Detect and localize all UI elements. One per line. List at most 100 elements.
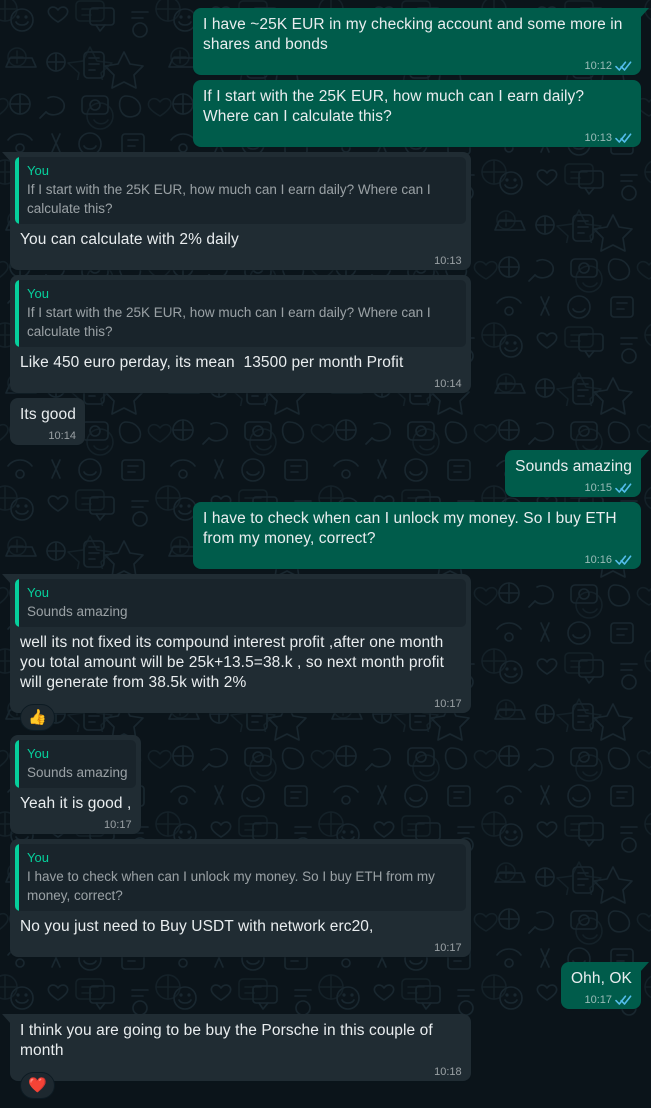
message-row: Ohh, OK 10:17 <box>10 962 650 1009</box>
quote-text: If I start with the 25K EUR, how much ca… <box>27 305 435 339</box>
quote-text: I have to check when can I unlock my mon… <box>27 869 439 903</box>
message-meta: 10:14 <box>48 430 76 442</box>
message-timestamp: 10:12 <box>584 60 612 72</box>
message-reaction[interactable]: 👍 <box>20 704 55 731</box>
message-meta: 10:13 <box>434 255 462 267</box>
incoming-message-bubble[interactable]: You I have to check when can I unlock my … <box>10 839 471 957</box>
read-receipt-icon <box>615 60 632 72</box>
message-text: No you just need to Buy USDT with networ… <box>20 918 374 935</box>
message-group: I have to check when can I unlock my mon… <box>193 502 641 569</box>
message-timestamp: 10:14 <box>434 378 462 390</box>
message-row: You Sounds amazing well its not fixed its … <box>2 574 641 731</box>
message-timestamp: 10:17 <box>584 994 612 1006</box>
message-group: If I start with the 25K EUR, how much ca… <box>193 80 641 147</box>
message-text: I think you are going to be buy the Pors… <box>20 1022 438 1059</box>
quote-author: You <box>27 746 49 761</box>
quote-text: Sounds amazing <box>27 604 128 619</box>
message-timestamp: 10:17 <box>104 819 132 831</box>
message-row: You Sounds amazing Yeah it is good , 10:17 <box>10 735 641 834</box>
message-text: Like 450 euro perday, its mean 13500 per… <box>20 354 404 371</box>
quoted-reply[interactable]: You I have to check when can I unlock my … <box>15 844 466 911</box>
quote-author: You <box>27 850 49 865</box>
message-text: I have ~25K EUR in my checking account a… <box>203 16 627 53</box>
message-meta: 10:17 <box>434 942 462 954</box>
incoming-message-bubble[interactable]: You Sounds amazing Yeah it is good , 10:17 <box>10 735 141 834</box>
message-group: You Sounds amazing well its not fixed its … <box>2 574 471 731</box>
read-receipt-icon <box>615 994 632 1006</box>
message-row: I have to check when can I unlock my mon… <box>10 502 641 569</box>
message-row: I have ~25K EUR in my checking account a… <box>10 8 649 75</box>
message-text: Yeah it is good , <box>20 795 132 812</box>
message-meta: 10:13 <box>584 132 632 144</box>
message-timestamp: 10:16 <box>584 554 612 566</box>
message-group: You If I start with the 25K EUR, how much… <box>2 152 471 270</box>
message-group: You Sounds amazing Yeah it is good , 10:17 <box>10 735 141 834</box>
message-text: well its not fixed its compound interest… <box>20 634 449 691</box>
message-timestamp: 10:13 <box>434 255 462 267</box>
quoted-reply[interactable]: You Sounds amazing <box>15 579 466 627</box>
chat-message-list[interactable]: I have ~25K EUR in my checking account a… <box>0 0 651 1099</box>
quoted-reply[interactable]: You If I start with the 25K EUR, how much… <box>15 157 466 224</box>
read-receipt-icon <box>615 482 632 494</box>
quote-author: You <box>27 286 49 301</box>
message-group: You If I start with the 25K EUR, how much… <box>10 275 471 393</box>
message-row: Its good 10:14 <box>10 398 641 445</box>
message-text: You can calculate with 2% daily <box>20 231 239 248</box>
message-row: If I start with the 25K EUR, how much ca… <box>10 80 641 147</box>
message-timestamp: 10:14 <box>48 430 76 442</box>
message-group: I think you are going to be buy the Pors… <box>2 1014 471 1099</box>
message-text: I have to check when can I unlock my mon… <box>203 510 622 547</box>
message-group: Its good 10:14 <box>10 398 85 445</box>
message-group: Ohh, OK 10:17 <box>560 962 650 1009</box>
quoted-reply[interactable]: You Sounds amazing <box>15 740 136 788</box>
message-text: Its good <box>20 406 76 423</box>
message-timestamp: 10:13 <box>584 132 612 144</box>
message-timestamp: 10:15 <box>584 482 612 494</box>
message-meta: 10:17 <box>104 819 132 831</box>
incoming-message-bubble[interactable]: You If I start with the 25K EUR, how much… <box>2 152 471 270</box>
incoming-message-bubble[interactable]: Its good 10:14 <box>10 398 85 445</box>
message-meta: 10:15 <box>584 482 632 494</box>
message-reaction[interactable]: ❤️ <box>20 1072 55 1099</box>
message-row: You I have to check when can I unlock my … <box>10 839 641 957</box>
message-row: Sounds amazing 10:15 <box>10 450 649 497</box>
read-receipt-icon <box>615 554 632 566</box>
message-text: Ohh, OK <box>570 970 632 987</box>
quoted-reply[interactable]: You If I start with the 25K EUR, how much… <box>15 280 466 347</box>
message-row: You If I start with the 25K EUR, how much… <box>2 152 641 270</box>
message-meta: 10:17 <box>434 698 462 710</box>
message-timestamp: 10:17 <box>434 698 462 710</box>
message-text: If I start with the 25K EUR, how much ca… <box>203 88 589 125</box>
quote-body: You Sounds amazing <box>19 579 466 627</box>
message-meta: 10:12 <box>584 60 632 72</box>
quote-author: You <box>27 585 49 600</box>
outgoing-message-bubble[interactable]: If I start with the 25K EUR, how much ca… <box>193 80 641 147</box>
outgoing-message-bubble[interactable]: Sounds amazing 10:15 <box>505 450 649 497</box>
message-meta: 10:14 <box>434 378 462 390</box>
message-meta: 10:17 <box>584 994 632 1006</box>
quote-body: You If I start with the 25K EUR, how much… <box>19 157 466 224</box>
incoming-message-bubble[interactable]: I think you are going to be buy the Pors… <box>2 1014 471 1081</box>
message-group: You I have to check when can I unlock my … <box>10 839 471 957</box>
message-group: Sounds amazing 10:15 <box>505 450 649 497</box>
message-timestamp: 10:18 <box>434 1066 462 1078</box>
message-text: Sounds amazing <box>515 458 632 475</box>
quote-text: If I start with the 25K EUR, how much ca… <box>27 182 435 216</box>
message-timestamp: 10:17 <box>434 942 462 954</box>
quote-author: You <box>27 163 49 178</box>
message-meta: 10:16 <box>584 554 632 566</box>
message-row: You If I start with the 25K EUR, how much… <box>10 275 641 393</box>
read-receipt-icon <box>615 132 632 144</box>
outgoing-message-bubble[interactable]: I have to check when can I unlock my mon… <box>193 502 641 569</box>
incoming-message-bubble[interactable]: You If I start with the 25K EUR, how much… <box>10 275 471 393</box>
quote-body: You Sounds amazing <box>19 740 136 788</box>
message-meta: 10:18 <box>434 1066 462 1078</box>
outgoing-message-bubble[interactable]: Ohh, OK 10:17 <box>560 962 650 1009</box>
quote-body: You I have to check when can I unlock my … <box>19 844 466 911</box>
message-group: I have ~25K EUR in my checking account a… <box>193 8 649 75</box>
message-row: I think you are going to be buy the Pors… <box>2 1014 641 1099</box>
incoming-message-bubble[interactable]: You Sounds amazing well its not fixed its … <box>2 574 471 713</box>
quote-body: You If I start with the 25K EUR, how much… <box>19 280 466 347</box>
quote-text: Sounds amazing <box>27 765 128 780</box>
outgoing-message-bubble[interactable]: I have ~25K EUR in my checking account a… <box>193 8 649 75</box>
